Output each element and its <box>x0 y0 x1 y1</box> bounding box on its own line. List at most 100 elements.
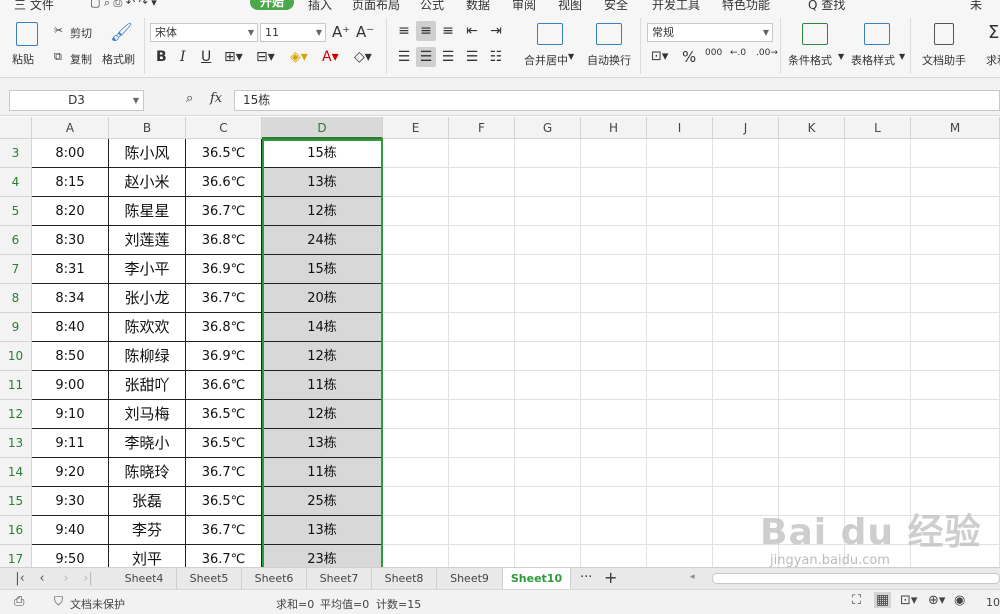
empty-cell[interactable] <box>449 545 515 567</box>
empty-cell[interactable] <box>779 545 845 567</box>
first-sheet-icon[interactable]: |‹ <box>12 568 28 589</box>
empty-cell[interactable] <box>581 197 647 226</box>
sheet-tab-sheet10[interactable]: Sheet10 <box>503 568 571 589</box>
percent-button[interactable]: % <box>682 48 696 66</box>
empty-cell[interactable] <box>515 429 581 458</box>
empty-cell[interactable] <box>647 255 713 284</box>
conditional-format-icon[interactable] <box>802 23 828 45</box>
empty-cell[interactable] <box>845 487 911 516</box>
number-format-select[interactable]: 常规 ▼ <box>647 23 773 42</box>
empty-cell[interactable] <box>515 139 581 168</box>
empty-cell[interactable] <box>911 545 1000 567</box>
empty-cell[interactable] <box>845 284 911 313</box>
empty-cell[interactable] <box>713 226 779 255</box>
cell-d-6[interactable]: 24栋 <box>262 226 383 255</box>
empty-cell[interactable] <box>845 139 911 168</box>
cell-b-11[interactable]: 张甜吖 <box>109 371 186 400</box>
copy-button[interactable]: 复制 <box>70 51 92 67</box>
empty-cell[interactable] <box>779 139 845 168</box>
cell-a-12[interactable]: 9:10 <box>32 400 109 429</box>
formula-input[interactable]: 15栋 <box>234 90 1000 111</box>
column-header-c[interactable]: C <box>186 117 262 139</box>
empty-cell[interactable] <box>581 255 647 284</box>
empty-cell[interactable] <box>581 545 647 567</box>
cell-style-icon[interactable]: ⊟▾ <box>256 49 275 65</box>
merge-center-icon[interactable] <box>537 23 563 45</box>
empty-cell[interactable] <box>845 226 911 255</box>
currency-icon[interactable]: ⊡▾ <box>651 49 668 64</box>
empty-cell[interactable] <box>515 371 581 400</box>
table-style-button[interactable]: 表格样式 <box>851 52 895 68</box>
empty-cell[interactable] <box>515 400 581 429</box>
empty-cell[interactable] <box>779 487 845 516</box>
cell-b-6[interactable]: 刘莲莲 <box>109 226 186 255</box>
empty-cell[interactable] <box>845 255 911 284</box>
empty-cell[interactable] <box>911 255 1000 284</box>
menu-unsaved[interactable]: 未 <box>970 0 982 13</box>
wrap-text-button[interactable]: 自动换行 <box>587 52 631 68</box>
cell-b-17[interactable]: 刘平 <box>109 545 186 567</box>
empty-cell[interactable] <box>911 429 1000 458</box>
empty-cell[interactable] <box>845 197 911 226</box>
empty-cell[interactable] <box>911 139 1000 168</box>
empty-cell[interactable] <box>383 197 449 226</box>
empty-cell[interactable] <box>383 487 449 516</box>
empty-cell[interactable] <box>449 400 515 429</box>
last-sheet-icon[interactable]: ›| <box>80 568 96 589</box>
empty-cell[interactable] <box>779 342 845 371</box>
empty-cell[interactable] <box>779 284 845 313</box>
row-header[interactable]: 14 <box>0 458 32 487</box>
normal-view-icon[interactable]: ▦ <box>874 592 892 608</box>
empty-cell[interactable] <box>581 226 647 255</box>
chevron-down-icon[interactable]: ▼ <box>838 52 844 61</box>
empty-cell[interactable] <box>845 313 911 342</box>
empty-cell[interactable] <box>779 255 845 284</box>
cell-d-14[interactable]: 11栋 <box>262 458 383 487</box>
more-sheets-button[interactable]: ··· <box>580 570 592 585</box>
empty-cell[interactable] <box>647 429 713 458</box>
empty-cell[interactable] <box>581 342 647 371</box>
empty-cell[interactable] <box>581 313 647 342</box>
empty-cell[interactable] <box>713 284 779 313</box>
cell-d-15[interactable]: 25栋 <box>262 487 383 516</box>
empty-cell[interactable] <box>383 516 449 545</box>
empty-cell[interactable] <box>779 313 845 342</box>
cell-c-5[interactable]: 36.7℃ <box>186 197 262 226</box>
column-header-f[interactable]: F <box>449 117 515 139</box>
justify-icon[interactable]: ☰ <box>462 47 482 67</box>
fx-icon[interactable]: fx <box>210 91 222 106</box>
empty-cell[interactable] <box>383 429 449 458</box>
cell-d-7[interactable]: 15栋 <box>262 255 383 284</box>
horizontal-scrollbar[interactable] <box>712 573 1000 584</box>
empty-cell[interactable] <box>713 139 779 168</box>
empty-cell[interactable] <box>449 226 515 255</box>
cell-d-5[interactable]: 12栋 <box>262 197 383 226</box>
doc-assistant-icon[interactable] <box>934 23 954 45</box>
empty-cell[interactable] <box>383 458 449 487</box>
empty-cell[interactable] <box>515 342 581 371</box>
underline-button[interactable]: U <box>201 49 211 65</box>
empty-cell[interactable] <box>713 168 779 197</box>
column-header-j[interactable]: J <box>713 117 779 139</box>
row-header[interactable]: 6 <box>0 226 32 255</box>
cut-button[interactable]: 剪切 <box>70 25 92 41</box>
menu-home[interactable]: 开始 <box>250 0 295 10</box>
empty-cell[interactable] <box>647 371 713 400</box>
cell-a-6[interactable]: 8:30 <box>32 226 109 255</box>
empty-cell[interactable] <box>383 371 449 400</box>
select-all-corner[interactable] <box>0 117 32 139</box>
empty-cell[interactable] <box>581 284 647 313</box>
empty-cell[interactable] <box>779 429 845 458</box>
empty-cell[interactable] <box>713 342 779 371</box>
menu-formulas[interactable]: 公式 <box>420 0 444 13</box>
empty-cell[interactable] <box>581 487 647 516</box>
row-header[interactable]: 15 <box>0 487 32 516</box>
empty-cell[interactable] <box>647 342 713 371</box>
empty-cell[interactable] <box>845 342 911 371</box>
empty-cell[interactable] <box>515 313 581 342</box>
sum-icon[interactable]: Σ <box>988 22 999 43</box>
empty-cell[interactable] <box>779 168 845 197</box>
empty-cell[interactable] <box>581 516 647 545</box>
empty-cell[interactable] <box>383 284 449 313</box>
row-header[interactable]: 3 <box>0 139 32 168</box>
